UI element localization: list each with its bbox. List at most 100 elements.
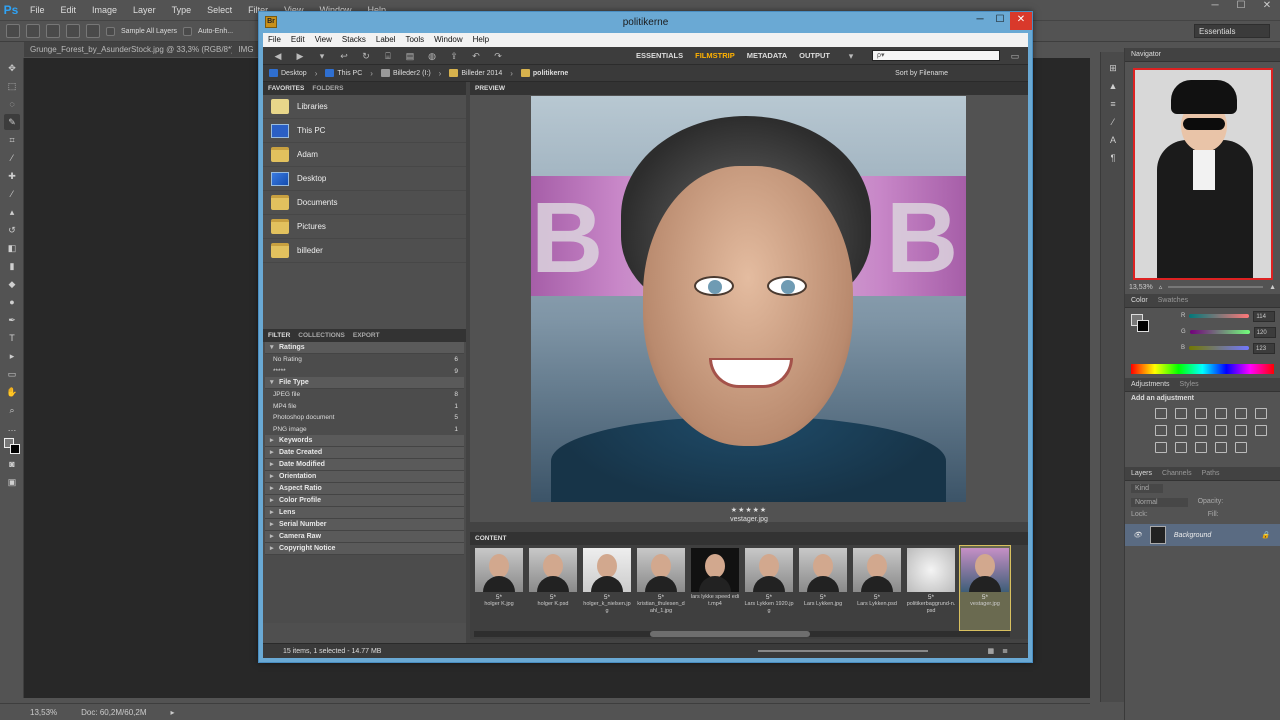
add-selection-icon[interactable] xyxy=(46,24,60,38)
stamp-tool-icon[interactable]: ▴ xyxy=(4,204,20,220)
eraser-tool-icon[interactable]: ◧ xyxy=(4,240,20,256)
fav-adam[interactable]: Adam xyxy=(263,143,466,167)
shadows-icon[interactable] xyxy=(1235,442,1247,453)
adjustments-tab[interactable]: Adjustments xyxy=(1131,381,1170,388)
view-list-icon[interactable]: ≣ xyxy=(1002,647,1008,655)
color-swatches-icon[interactable] xyxy=(4,438,20,454)
zoom-out-icon[interactable]: ▵ xyxy=(1159,283,1163,291)
hue-sat-icon[interactable] xyxy=(1155,425,1167,436)
shape-tool-icon[interactable]: ▭ xyxy=(4,366,20,382)
character-panel-icon[interactable]: A xyxy=(1105,132,1121,148)
ps-menu-layer[interactable]: Layer xyxy=(125,0,164,20)
filter-aspect-ratio-header[interactable]: Aspect Ratio xyxy=(265,483,464,495)
workspace-essentials[interactable]: ESSENTIALS xyxy=(630,49,689,63)
swatches-tab[interactable]: Swatches xyxy=(1158,297,1188,304)
filter-camera-raw-header[interactable]: Camera Raw xyxy=(265,531,464,543)
screen-mode-icon[interactable]: ▣ xyxy=(4,474,20,490)
rotate-left-icon[interactable]: ↶ xyxy=(469,50,483,62)
filter-tab[interactable]: FILTER xyxy=(268,332,290,339)
g-value[interactable]: 120 xyxy=(1253,326,1276,338)
ps-menu-edit[interactable]: Edit xyxy=(53,0,85,20)
healing-tool-icon[interactable]: ✚ xyxy=(4,168,20,184)
filter-copyright-header[interactable]: Copyright Notice xyxy=(265,543,464,555)
bridge-minimize-icon[interactable]: ─ xyxy=(970,12,990,30)
type-tool-icon[interactable]: T xyxy=(4,330,20,346)
layer-visibility-eye-icon[interactable]: 👁 xyxy=(1133,531,1142,539)
doc-tab-grunge[interactable]: Grunge_Forest_by_AsunderStock.jpg @ 33,3… xyxy=(24,42,232,57)
navigator-zoom-slider[interactable] xyxy=(1168,286,1264,288)
thumbnail-item-selected[interactable]: 5* vestager.jpg xyxy=(959,545,1011,631)
curves-icon[interactable] xyxy=(1195,408,1207,419)
filter-file-type-header[interactable]: File Type xyxy=(265,377,464,389)
color-spectrum[interactable] xyxy=(1131,364,1274,374)
br-menu-label[interactable]: Label xyxy=(371,33,401,47)
thumbnail-item[interactable]: 5* holger K.jpg xyxy=(474,546,524,630)
hand-tool-icon[interactable]: ✋ xyxy=(4,384,20,400)
paths-tab[interactable]: Paths xyxy=(1202,470,1220,477)
filter-row[interactable]: MP4 file 1 xyxy=(263,401,466,413)
folders-tab[interactable]: FOLDERS xyxy=(312,85,343,92)
br-menu-view[interactable]: View xyxy=(310,33,337,47)
navigator-tab[interactable]: Navigator xyxy=(1131,51,1161,58)
thumbnail-item[interactable]: 5* Lars Lykken.jpg xyxy=(798,546,848,630)
fav-documents[interactable]: Documents xyxy=(263,191,466,215)
recent-dropdown-icon[interactable]: ▾ xyxy=(315,50,329,62)
doc-tab-img[interactable]: IMG xyxy=(232,42,259,57)
filter-row[interactable]: PNG image 1 xyxy=(263,424,466,436)
ps-menu-type[interactable]: Type xyxy=(164,0,200,20)
thumbnail-item[interactable]: 5* kristian_thulesen_dahl_1.jpg xyxy=(636,546,686,630)
crumb-drive[interactable]: Billeder2 (I:) xyxy=(380,69,431,77)
forward-icon[interactable]: ▶ xyxy=(293,50,307,62)
filter-color-profile-header[interactable]: Color Profile xyxy=(265,495,464,507)
scrollbar-thumb[interactable] xyxy=(650,631,810,637)
fav-pictures[interactable]: Pictures xyxy=(263,215,466,239)
output-icon[interactable]: ⇪ xyxy=(447,50,461,62)
ps-close-icon[interactable]: ✕ xyxy=(1254,0,1280,14)
brush-size-icon[interactable] xyxy=(86,24,100,38)
auto-enhance-checkbox[interactable] xyxy=(183,26,193,36)
history-panel-icon[interactable]: ⊞ xyxy=(1105,60,1121,76)
tool-preset-icon[interactable] xyxy=(6,24,20,38)
preview-image[interactable]: B B xyxy=(531,96,966,502)
photo-filter-icon[interactable] xyxy=(1215,425,1227,436)
fav-billeder[interactable]: billeder xyxy=(263,239,466,263)
paragraph-panel-icon[interactable]: ¶ xyxy=(1105,150,1121,166)
ps-minimize-icon[interactable]: ─ xyxy=(1202,0,1228,14)
histogram-panel-icon[interactable]: ▲ xyxy=(1105,78,1121,94)
crumb-politikerne[interactable]: politikerne xyxy=(520,69,568,77)
eyedropper-tool-icon[interactable]: ⁄ xyxy=(4,150,20,166)
crumb-billeder-2014[interactable]: Billeder 2014 xyxy=(449,69,502,77)
fav-libraries[interactable]: Libraries xyxy=(263,95,466,119)
g-slider[interactable] xyxy=(1189,330,1250,334)
b-value[interactable]: 123 xyxy=(1253,342,1276,354)
invert-icon[interactable] xyxy=(1155,442,1167,453)
navigator-zoom-value[interactable]: 13,53% xyxy=(1129,284,1153,291)
gradient-tool-icon[interactable]: ▮ xyxy=(4,258,20,274)
thumbnail-item[interactable]: 5* Lars Lykken 1920.jpg xyxy=(744,546,794,630)
filter-keywords-header[interactable]: Keywords xyxy=(265,435,464,447)
workspace-metadata[interactable]: METADATA xyxy=(741,49,793,63)
pen-tool-icon[interactable]: ✒ xyxy=(4,312,20,328)
brightness-icon[interactable] xyxy=(1155,408,1167,419)
vibrance-icon[interactable] xyxy=(1235,408,1247,419)
filter-row[interactable]: ***** 9 xyxy=(263,366,466,378)
filter-serial-number-header[interactable]: Serial Number xyxy=(265,519,464,531)
workspace-filmstrip[interactable]: FILMSTRIP xyxy=(689,49,741,63)
filter-row[interactable]: No Rating 6 xyxy=(263,354,466,366)
styles-tab[interactable]: Styles xyxy=(1180,381,1199,388)
layers-kind-select[interactable]: Kind xyxy=(1131,484,1164,493)
status-zoom[interactable]: 13,53% xyxy=(30,708,57,717)
boomerang-icon[interactable]: ↩ xyxy=(337,50,351,62)
ps-menu-file[interactable]: File xyxy=(22,0,53,20)
preview-rating[interactable]: ★★★★★ xyxy=(470,506,1028,514)
marquee-tool-icon[interactable]: ⬚ xyxy=(4,78,20,94)
ps-maximize-icon[interactable]: ☐ xyxy=(1228,0,1254,14)
selective-color-icon[interactable] xyxy=(1215,442,1227,453)
b-slider[interactable] xyxy=(1189,346,1250,350)
ps-menu-select[interactable]: Select xyxy=(199,0,240,20)
new-selection-icon[interactable] xyxy=(26,24,40,38)
thumbnail-item[interactable]: lars lykke speed edit.mp4 xyxy=(690,546,740,630)
open-camera-raw-icon[interactable]: ◍ xyxy=(425,50,439,62)
br-menu-stacks[interactable]: Stacks xyxy=(337,33,371,47)
r-slider[interactable] xyxy=(1189,314,1250,318)
